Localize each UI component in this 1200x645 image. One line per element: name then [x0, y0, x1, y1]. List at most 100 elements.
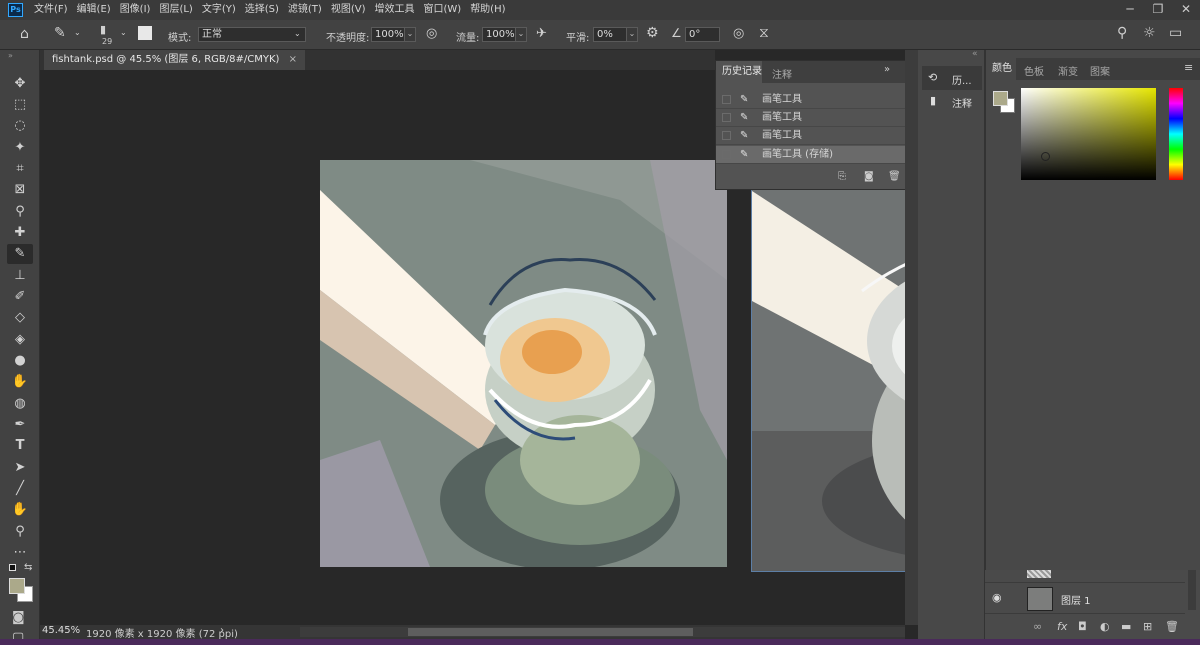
angle-field[interactable]: 0° — [685, 27, 720, 42]
zoom-tool-icon[interactable]: ⚲ — [7, 522, 33, 542]
home-icon[interactable]: ⌂ — [20, 26, 29, 42]
tab-swatches[interactable]: 色板 — [1024, 63, 1044, 78]
camera-icon[interactable]: ◙ — [864, 171, 874, 182]
tab-history[interactable]: 历史记录 — [716, 61, 762, 83]
menu-window[interactable]: 窗口(W) — [423, 0, 461, 20]
line-tool-icon[interactable]: ╱ — [7, 479, 33, 499]
frame-tool-icon[interactable]: ⊠ — [7, 180, 33, 200]
restore-icon[interactable]: ❐ — [1144, 0, 1172, 20]
tab-patterns[interactable]: 图案 — [1090, 63, 1110, 78]
hand-tool-icon[interactable]: ✋ — [7, 500, 33, 520]
history-brush-tool-icon[interactable]: ✐ — [7, 287, 33, 307]
snapshot-checkbox[interactable] — [722, 113, 731, 122]
layers-scrollbar[interactable] — [1188, 570, 1196, 610]
brush-panel-icon[interactable] — [138, 26, 152, 40]
menu-view[interactable]: 视图(V) — [331, 0, 366, 20]
default-colors-icon[interactable] — [9, 564, 16, 571]
workspace-icon[interactable]: ▭ — [1169, 25, 1182, 41]
color-field[interactable] — [1021, 88, 1156, 180]
sponge-tool-icon[interactable]: ◍ — [7, 394, 33, 414]
expand-icon[interactable]: » — [884, 64, 890, 75]
menu-type[interactable]: 文字(Y) — [202, 0, 236, 20]
menu-plugins[interactable]: 增效工具 — [374, 0, 414, 20]
gear-icon[interactable]: ⚙ — [646, 25, 659, 41]
scroll-thumb[interactable] — [408, 628, 693, 636]
tab-color[interactable]: 颜色 — [986, 58, 1016, 80]
opacity-dropdown[interactable]: ⌄ — [404, 27, 416, 42]
link-icon[interactable]: ∞ — [1033, 620, 1042, 633]
snapshot-checkbox[interactable] — [722, 95, 731, 104]
mask-icon[interactable]: ◘ — [1078, 620, 1087, 633]
menu-filter[interactable]: 滤镜(T) — [288, 0, 322, 20]
horizontal-scrollbar[interactable] — [300, 627, 905, 637]
status-menu-arrow[interactable]: › — [220, 625, 224, 636]
dodge-tool-icon[interactable]: ✋ — [7, 372, 33, 392]
menu-image[interactable]: 图像(I) — [120, 0, 151, 20]
chevron-down-icon[interactable]: ⌄ — [120, 28, 127, 37]
layer-row[interactable]: ◉ 图层 1 — [985, 582, 1185, 614]
folder-icon[interactable]: ▬ — [1121, 620, 1131, 633]
menu-edit[interactable]: 编辑(E) — [77, 0, 111, 20]
snapshot-checkbox[interactable] — [722, 131, 731, 140]
tab-notes[interactable]: 注释 — [772, 66, 792, 81]
lasso-tool-icon[interactable]: ◌ — [7, 116, 33, 136]
mode-select[interactable]: 正常 — [198, 27, 306, 42]
brush-preset-icon[interactable]: ✎ — [54, 25, 66, 41]
chevron-down-icon[interactable]: ⌄ — [74, 28, 81, 37]
more-tools-icon[interactable]: ⋯ — [7, 543, 33, 563]
color-picker-cursor[interactable] — [1041, 152, 1050, 161]
blur-tool-icon[interactable]: ● — [7, 351, 33, 371]
eye-icon[interactable]: ◉ — [992, 591, 1002, 604]
flow-field[interactable]: 100% — [482, 27, 516, 42]
document-info[interactable]: 1920 像素 x 1920 像素 (72 ppi) — [86, 625, 238, 640]
crop-tool-icon[interactable]: ⌗ — [7, 159, 33, 179]
trash-icon[interactable]: 🗑 — [1165, 620, 1179, 633]
minimize-icon[interactable]: ─ — [1116, 0, 1144, 20]
smoothing-dropdown[interactable]: ⌄ — [626, 27, 638, 42]
artwork-canvas[interactable] — [320, 160, 727, 567]
history-item[interactable]: ✎ 画笔工具 — [716, 127, 909, 145]
healing-tool-icon[interactable]: ✚ — [7, 223, 33, 243]
eraser-tool-icon[interactable]: ◇ — [7, 308, 33, 328]
eyedropper-tool-icon[interactable]: ⚲ — [7, 202, 33, 222]
pressure-opacity-icon[interactable]: ◎ — [426, 26, 437, 41]
paint-bucket-tool-icon[interactable]: ◈ — [7, 330, 33, 350]
stamp-tool-icon[interactable]: ⊥ — [7, 266, 33, 286]
search-icon[interactable]: ⚲ — [1117, 25, 1127, 41]
hue-slider[interactable] — [1169, 88, 1183, 180]
dock-notes-button[interactable]: ▮ 注释 — [922, 92, 982, 112]
swap-colors-icon[interactable]: ⇆ — [24, 562, 32, 573]
close-tab-icon[interactable]: × — [289, 54, 297, 65]
type-tool-icon[interactable]: T — [7, 436, 33, 456]
path-selection-tool-icon[interactable]: ➤ — [7, 458, 33, 478]
zoom-level[interactable]: 45.45% — [42, 625, 80, 636]
foreground-color-chip[interactable] — [993, 91, 1008, 106]
collapse-dock-icon[interactable]: « — [972, 49, 978, 59]
foreground-color-swatch[interactable] — [9, 578, 25, 594]
menu-help[interactable]: 帮助(H) — [470, 0, 505, 20]
quick-mask-icon[interactable]: ◙ — [12, 610, 25, 625]
pressure-size-icon[interactable]: ◎ — [733, 26, 744, 41]
opacity-field[interactable]: 100% — [371, 27, 405, 42]
brush-tip-icon[interactable]: ▮ — [100, 23, 106, 36]
document-tab[interactable]: fishtank.psd @ 45.5% (图层 6, RGB/8#/CMYK)… — [44, 50, 306, 70]
panel-menu-icon[interactable]: ≡ — [1184, 61, 1193, 74]
new-layer-icon[interactable]: ⊞ — [1143, 620, 1152, 633]
magic-wand-tool-icon[interactable]: ✦ — [7, 138, 33, 158]
smoothing-field[interactable]: 0% — [593, 27, 627, 42]
history-item[interactable]: ✎ 画笔工具 — [716, 91, 909, 109]
adjustment-icon[interactable]: ◐ — [1100, 620, 1110, 633]
fx-icon[interactable]: fx — [1057, 620, 1067, 633]
new-document-icon[interactable]: ⎘ — [838, 171, 846, 182]
flow-dropdown[interactable]: ⌄ — [515, 27, 527, 42]
snapshot-checkbox[interactable] — [722, 150, 731, 159]
symmetry-icon[interactable]: ⧖ — [759, 25, 769, 41]
lightbulb-icon[interactable]: ☼ — [1143, 25, 1156, 41]
move-tool-icon[interactable]: ✥ — [7, 74, 33, 94]
marquee-tool-icon[interactable]: ⬚ — [7, 95, 33, 115]
collapse-icon[interactable]: » — [8, 51, 13, 60]
brush-tool-icon[interactable]: ✎ — [7, 244, 33, 264]
menu-file[interactable]: 文件(F) — [34, 0, 68, 20]
dock-history-button[interactable]: ⟲ 历... — [922, 66, 982, 90]
history-item-selected[interactable]: ✎ 画笔工具 (存储) — [716, 146, 909, 164]
